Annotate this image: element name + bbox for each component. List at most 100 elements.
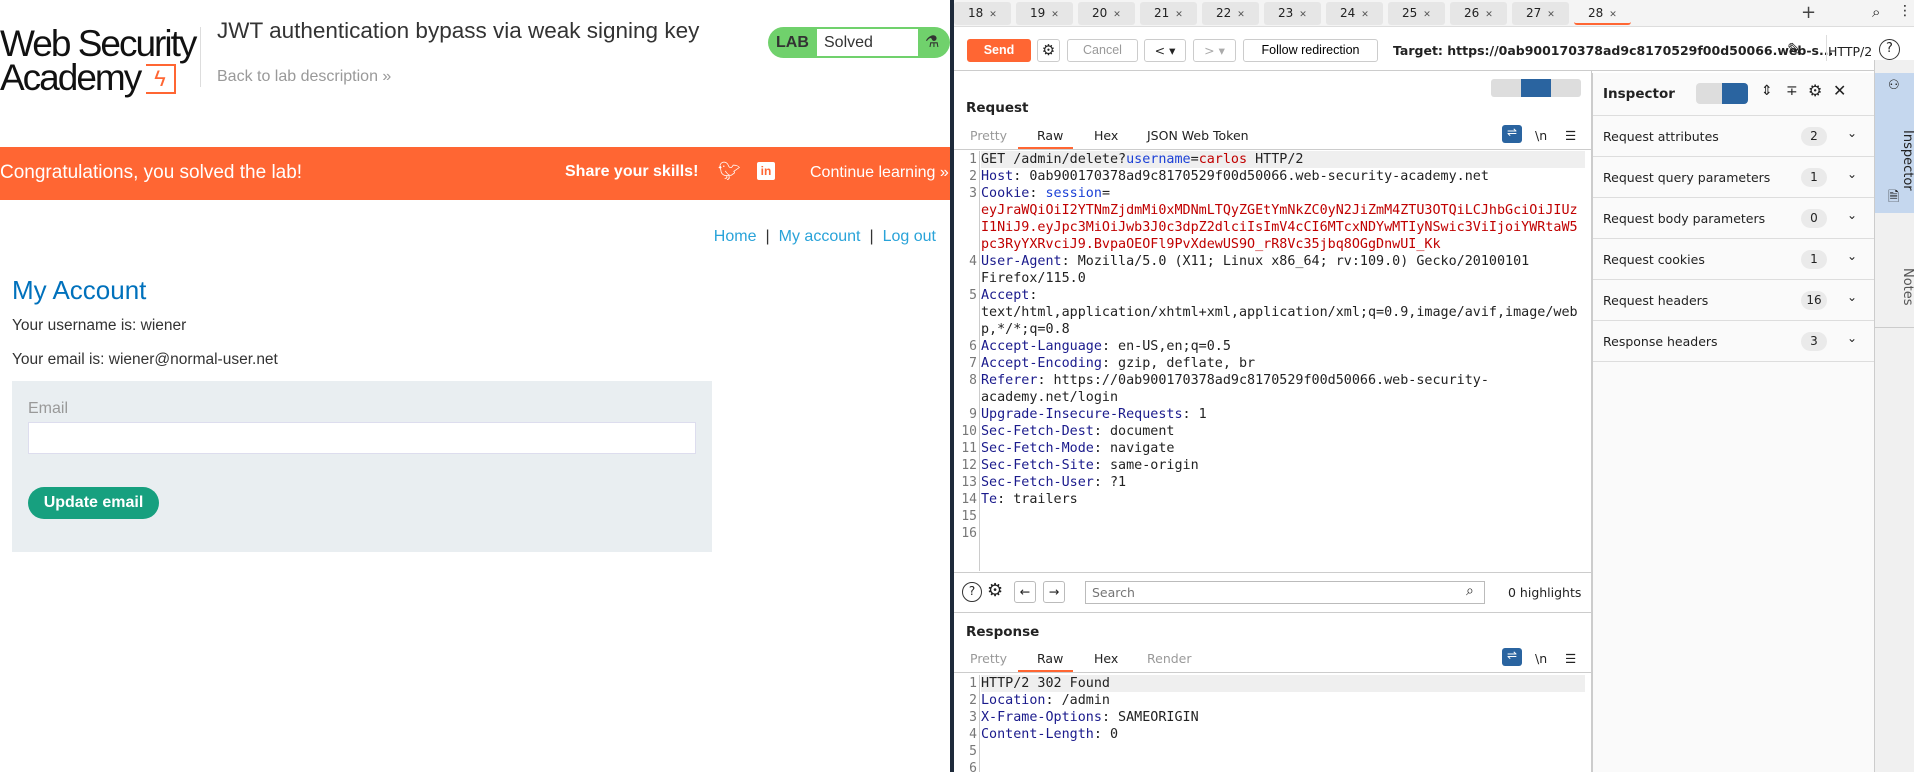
expand-all-icon[interactable]: ⇕ (1761, 83, 1773, 99)
tab-raw[interactable]: Raw (1037, 651, 1063, 666)
close-tab-icon[interactable]: ✕ (1299, 10, 1307, 20)
repeater-tab[interactable]: 27 ✕ (1512, 2, 1569, 25)
email-input[interactable] (28, 422, 696, 454)
chevron-down-icon[interactable]: ⌄ (1847, 167, 1857, 181)
new-tab-icon[interactable]: + (1801, 2, 1816, 23)
close-tab-icon[interactable]: ✕ (989, 10, 997, 20)
home-link[interactable]: Home (714, 228, 757, 245)
layout-toggle[interactable] (1491, 79, 1581, 97)
newline-toggle-icon[interactable]: \n (1535, 128, 1547, 143)
next-match-icon[interactable]: → (1043, 581, 1065, 603)
previous-match-icon[interactable]: ← (1014, 581, 1036, 603)
line-number: 6 (969, 339, 977, 354)
inspector-section[interactable]: Request cookies 1 ⌄ (1593, 238, 1875, 279)
search-icon[interactable]: ⌕ (1872, 3, 1880, 21)
close-tab-icon[interactable]: ✕ (1361, 10, 1369, 20)
repeater-tab[interactable]: 21 ✕ (1140, 2, 1197, 25)
settings-gear-icon[interactable]: ⚙ (1037, 39, 1060, 62)
close-tab-icon[interactable]: ✕ (1237, 10, 1245, 20)
code-line: Sec-Fetch-Dest: document (981, 423, 1585, 440)
close-tab-icon[interactable]: ✕ (1113, 10, 1121, 20)
search-settings-gear-icon[interactable]: ⚙ (987, 580, 1003, 601)
repeater-tab[interactable]: 19 ✕ (1016, 2, 1073, 25)
my-account-link[interactable]: My account (779, 228, 861, 245)
menu-icon[interactable]: ☰ (1565, 128, 1576, 143)
tab-pretty[interactable]: Pretty (970, 651, 1007, 666)
tab-label: 20 (1092, 6, 1108, 20)
twitter-icon[interactable]: 🐦︎ (718, 161, 741, 182)
logout-link[interactable]: Log out (883, 228, 936, 245)
continue-learning-link[interactable]: Continue learning » (810, 164, 949, 182)
help-icon[interactable]: ? (1879, 39, 1900, 60)
tab-raw[interactable]: Raw (1037, 128, 1063, 143)
side-tab-notes[interactable]: Notes (1875, 213, 1914, 328)
code-line: Te: trailers (981, 491, 1585, 508)
search-input[interactable] (1085, 581, 1485, 604)
repeater-tab[interactable]: 20 ✕ (1078, 2, 1135, 25)
protocol-label[interactable]: HTTP/2 (1828, 44, 1872, 59)
back-history-icon[interactable]: < ▾ (1144, 39, 1186, 62)
wrap-lines-icon[interactable]: ⇌ (1502, 125, 1522, 143)
inspector-section[interactable]: Request query parameters 1 ⌄ (1593, 156, 1875, 197)
code-token: : Mozilla/5.0 (X11; Linux x86_64; rv:109… (981, 254, 1538, 286)
edit-pencil-icon[interactable]: ✎ (1787, 40, 1801, 60)
code-token: : same-origin (1093, 458, 1199, 473)
close-tab-icon[interactable]: ✕ (1485, 10, 1493, 20)
update-email-button[interactable]: Update email (28, 487, 159, 519)
close-tab-icon[interactable]: ✕ (1175, 10, 1183, 20)
target-url[interactable]: Target: https://0ab900170378ad9c8170529f… (1393, 43, 1833, 58)
close-tab-icon[interactable]: ✕ (1609, 10, 1617, 20)
inspector-section[interactable]: Request body parameters 0 ⌄ (1593, 197, 1875, 238)
close-icon[interactable]: ✕ (1833, 81, 1846, 100)
send-button[interactable]: Send (967, 39, 1031, 62)
line-number: 3 (969, 186, 977, 201)
forward-history-icon[interactable]: > ▾ (1193, 39, 1236, 62)
more-icon[interactable]: ⋮ (1898, 3, 1912, 19)
cancel-button[interactable]: Cancel (1067, 39, 1138, 62)
tab-hex[interactable]: Hex (1094, 128, 1118, 143)
inspector-settings-gear-icon[interactable]: ⚙ (1808, 81, 1822, 100)
close-tab-icon[interactable]: ✕ (1547, 10, 1555, 20)
response-line-numbers: 1 2 3 4 5 6 (954, 675, 980, 776)
repeater-tab[interactable]: 28 ✕ (1574, 2, 1631, 25)
newline-toggle-icon[interactable]: \n (1535, 651, 1547, 666)
chevron-down-icon[interactable]: ⌄ (1847, 249, 1857, 263)
layout-horizontal-icon[interactable] (1521, 79, 1551, 97)
request-editor[interactable]: GET /admin/delete?username=carlos HTTP/2… (981, 151, 1585, 542)
response-editor[interactable]: HTTP/2 302 Found Location: /admin X-Frame-… (981, 675, 1585, 777)
divider (954, 612, 1591, 613)
repeater-tab[interactable]: 25 ✕ (1388, 2, 1445, 25)
repeater-tab[interactable]: 22 ✕ (1202, 2, 1259, 25)
code-line: Accept-Encoding: gzip, deflate, br (981, 355, 1585, 372)
inspector-layout-toggle[interactable] (1696, 83, 1748, 104)
close-tab-icon[interactable]: ✕ (1423, 10, 1431, 20)
tab-render[interactable]: Render (1147, 651, 1192, 666)
follow-redirection-button[interactable]: Follow redirection (1243, 39, 1378, 62)
chevron-down-icon[interactable]: ⌄ (1847, 331, 1857, 345)
inspector-section[interactable]: Request attributes 2 ⌄ (1593, 115, 1875, 156)
collapse-all-icon[interactable]: ∓ (1786, 83, 1798, 99)
chevron-down-icon[interactable]: ⌄ (1847, 208, 1857, 222)
repeater-tab[interactable]: 26 ✕ (1450, 2, 1507, 25)
linkedin-icon[interactable]: in (757, 162, 775, 180)
chevron-down-icon[interactable]: ⌄ (1847, 126, 1857, 140)
menu-icon[interactable]: ☰ (1565, 651, 1576, 666)
tab-pretty[interactable]: Pretty (970, 128, 1007, 143)
close-tab-icon[interactable]: ✕ (1051, 10, 1059, 20)
code-token: Host (981, 169, 1014, 184)
help-icon[interactable]: ? (962, 582, 982, 602)
inspector-section[interactable]: Request headers 16 ⌄ (1593, 279, 1875, 320)
wrap-lines-icon[interactable]: ⇌ (1502, 648, 1522, 666)
tab-hex[interactable]: Hex (1094, 651, 1118, 666)
web-security-academy-logo[interactable]: Web Security Academy ϟ (0, 25, 200, 96)
layout-side-icon[interactable] (1722, 83, 1748, 104)
repeater-tab[interactable]: 18 ✕ (954, 2, 1011, 25)
inspector-section[interactable]: Response headers 3 ⌄ (1593, 320, 1875, 361)
tab-json-web-token[interactable]: JSON Web Token (1147, 128, 1249, 143)
chevron-down-icon[interactable]: ⌄ (1847, 290, 1857, 304)
repeater-tab[interactable]: 23 ✕ (1264, 2, 1321, 25)
back-to-lab-link[interactable]: Back to lab description » (217, 68, 391, 86)
page-title: My Account (12, 275, 147, 305)
repeater-tab[interactable]: 24 ✕ (1326, 2, 1383, 25)
